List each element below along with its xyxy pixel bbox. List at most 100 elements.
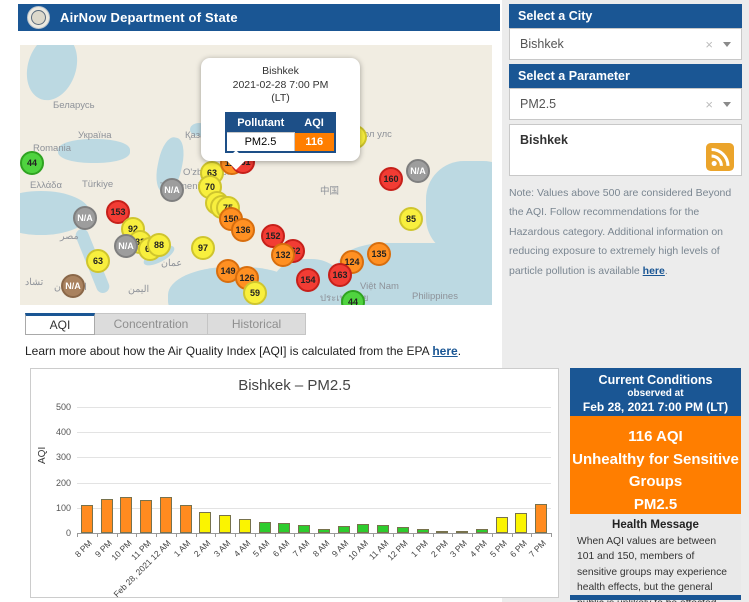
map-place-label: تشاد (25, 277, 43, 288)
aqi-marker[interactable]: 163 (328, 263, 352, 287)
chart-axis-tick (235, 533, 236, 537)
current-pollutant: PM2.5 (570, 494, 741, 517)
chart-bar[interactable] (101, 499, 113, 533)
chart-axis-tick (492, 533, 493, 537)
chart-axis-tick (294, 533, 295, 537)
note-text: Note: Values above 500 are considered Be… (509, 187, 731, 277)
chart-bar[interactable] (81, 505, 93, 533)
chart-axis-tick (334, 533, 335, 537)
aqi-marker[interactable]: N/A (160, 178, 184, 202)
aqi-marker[interactable]: 160 (379, 167, 403, 191)
chart-bar[interactable] (219, 515, 231, 533)
tab-aqi[interactable]: AQI (25, 313, 95, 335)
chart-x-tick-label: 7 AM (290, 538, 311, 559)
chart-gridline (77, 457, 551, 458)
map-place-label: Беларусь (53, 100, 95, 111)
current-aqi-category-2: Groups (570, 471, 741, 494)
chart-axis-tick (97, 533, 98, 537)
chart-axis-tick (433, 533, 434, 537)
chart-bar[interactable] (259, 522, 271, 533)
map[interactable]: БеларусьУкраїнаRomaniaΕλλάδαTürkiyeҚазақ… (20, 45, 492, 305)
sea-shape (426, 161, 492, 256)
chart-bar[interactable] (160, 497, 172, 534)
chart-x-tick-label: 6 PM (507, 538, 528, 559)
chart-x-tick-label: 1 AM (172, 538, 193, 559)
epa-here-link[interactable]: here (432, 344, 457, 358)
chart-bar[interactable] (456, 531, 468, 534)
city-chevron-down-icon[interactable] (723, 42, 731, 47)
chart-bar[interactable] (535, 504, 547, 533)
chart-bar[interactable] (140, 500, 152, 533)
chart-bar[interactable] (298, 525, 310, 533)
city-clear-icon[interactable]: × (705, 37, 713, 52)
current-aqi-block: 116 AQI Unhealthy for Sensitive Groups P… (570, 416, 741, 514)
chart-axis-tick (512, 533, 513, 537)
chart-bar[interactable] (397, 527, 409, 533)
chart-axis-tick (196, 533, 197, 537)
chart-axis-tick (156, 533, 157, 537)
chart-bar[interactable] (278, 523, 290, 533)
chart-bar[interactable] (180, 505, 192, 533)
rss-icon[interactable] (706, 143, 734, 171)
health-message-block: Health Message When AQI values are betwe… (570, 514, 741, 595)
popup-datetime: 2021-02-28 7:00 PM (207, 79, 354, 93)
parameter-chevron-down-icon[interactable] (723, 102, 731, 107)
chart-bar[interactable] (496, 517, 508, 533)
popup-col-aqi: AQI (294, 113, 335, 133)
chart-title: Bishkek – PM2.5 (31, 377, 558, 394)
chart-bar[interactable] (318, 529, 330, 534)
popup-table: Pollutant AQI PM2.5 116 (225, 112, 336, 153)
tab-historical[interactable]: Historical (208, 313, 306, 335)
chart-bar[interactable] (515, 513, 527, 533)
chart-gridline (77, 483, 551, 484)
city-select[interactable]: Bishkek × (509, 28, 742, 60)
chart-x-tick-label: 10 PM (109, 538, 133, 562)
chart-axis-tick (531, 533, 532, 537)
learn-more-after: . (458, 344, 461, 358)
chart-bar[interactable] (120, 497, 132, 534)
chart-bar[interactable] (417, 529, 429, 533)
aqi-marker[interactable]: 85 (399, 207, 423, 231)
chart-bar[interactable] (338, 526, 350, 533)
chart-axis-tick (77, 533, 78, 537)
chart-bar[interactable] (476, 529, 488, 534)
select-city-header: Select a City (509, 4, 742, 28)
chart-bar[interactable] (239, 519, 251, 533)
chart-y-tick-label: 400 (45, 427, 71, 437)
map-popup: Bishkek 2021-02-28 7:00 PM (LT) Pollutan… (201, 58, 360, 161)
aqi-marker[interactable]: N/A (61, 274, 85, 298)
aqi-marker[interactable]: N/A (73, 206, 97, 230)
map-place-label: اليمن (128, 284, 149, 295)
tab-concentration[interactable]: Concentration (95, 313, 208, 335)
chart-x-tick-label: 8 AM (310, 538, 331, 559)
aqi-marker[interactable]: N/A (114, 234, 138, 258)
current-conditions-header: Current Conditions observed at Feb 28, 2… (570, 368, 741, 416)
parameter-select[interactable]: PM2.5 × (509, 88, 742, 120)
state-department-seal-icon (27, 6, 50, 29)
aqi-marker[interactable]: 59 (243, 281, 267, 305)
aqi-marker[interactable]: 97 (191, 236, 215, 260)
aqi-marker[interactable]: 88 (147, 233, 171, 257)
chart-bar[interactable] (377, 525, 389, 533)
current-conditions-panel: Current Conditions observed at Feb 28, 2… (570, 368, 741, 600)
parameter-clear-icon[interactable]: × (705, 97, 713, 112)
aqi-marker[interactable]: 44 (20, 151, 44, 175)
aqi-marker[interactable]: N/A (406, 159, 430, 183)
aqi-marker[interactable]: 63 (86, 249, 110, 273)
current-conditions-title: Current Conditions (574, 373, 737, 387)
learn-more-text: Learn more about how the Air Quality Ind… (25, 344, 461, 358)
aqi-marker[interactable]: 154 (296, 268, 320, 292)
chart-x-tick-label: 10 AM (346, 538, 370, 562)
chart-x-tick-label: 5 PM (488, 538, 509, 559)
chart-bar[interactable] (436, 531, 448, 533)
note-here-link[interactable]: here (643, 265, 665, 277)
aqi-marker[interactable]: 135 (367, 242, 391, 266)
chart-y-tick-label: 200 (45, 478, 71, 488)
aqi-marker[interactable]: 136 (231, 218, 255, 242)
aqi-marker[interactable]: 132 (271, 243, 295, 267)
chart-bar[interactable] (199, 512, 211, 533)
chart-bar[interactable] (357, 524, 369, 533)
learn-more-before: Learn more about how the Air Quality Ind… (25, 344, 432, 358)
popup-aqi-value: 116 (294, 132, 335, 152)
chart-y-tick-label: 500 (45, 402, 71, 412)
